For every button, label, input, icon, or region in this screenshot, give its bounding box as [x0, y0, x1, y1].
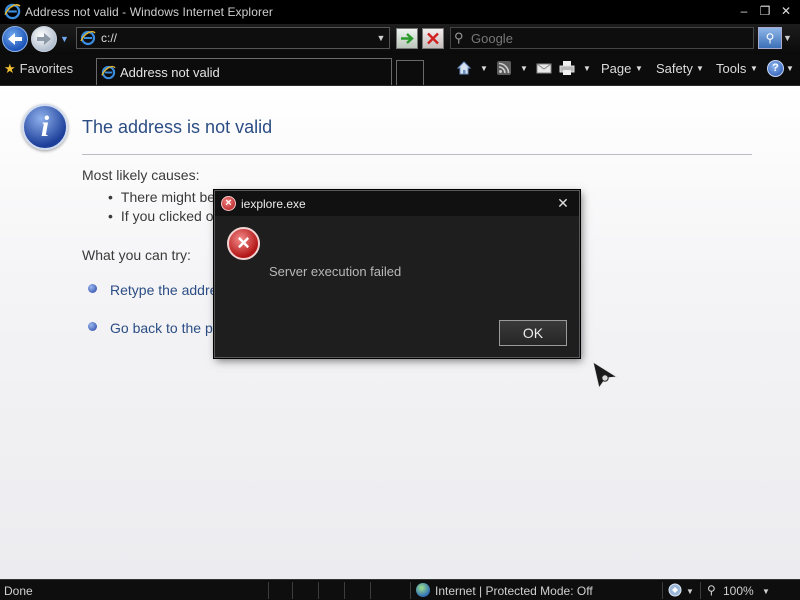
status-bar: Done Internet | Protected Mode: Off ▼ ⚲ … — [0, 579, 800, 600]
tab-label: Address not valid — [120, 65, 220, 80]
tools-dropdown-icon[interactable]: ▼ — [750, 64, 758, 73]
page-menu[interactable]: Page — [601, 61, 631, 76]
ie-icon — [80, 30, 96, 46]
feeds-dropdown-icon[interactable]: ▼ — [520, 64, 528, 73]
tab-address-not-valid[interactable]: Address not valid — [96, 58, 392, 85]
ok-button[interactable]: OK — [499, 320, 567, 346]
page-title: The address is not valid — [82, 117, 273, 137]
address-text[interactable]: c:// — [101, 31, 117, 45]
ie-icon — [4, 3, 21, 20]
zoom-level[interactable]: 100% — [723, 584, 754, 598]
status-divider — [410, 582, 411, 599]
try-heading: What you can try: — [82, 247, 191, 263]
cause-text: If you clicked o — [120, 208, 214, 224]
navigation-bar: ▼ c:// ▼ ⚲ ⚲ ▼ — [0, 24, 800, 54]
recent-pages-dropdown-icon[interactable]: ▼ — [60, 34, 69, 44]
info-icon: i — [22, 104, 68, 150]
forward-button[interactable] — [31, 26, 57, 52]
home-dropdown-icon[interactable]: ▼ — [480, 64, 488, 73]
dialog-close-button[interactable]: ✕ — [555, 195, 571, 211]
command-bar: ★ Favorites Address not valid ▼ ▼ ▼ Page … — [0, 54, 800, 86]
dialog-body: × Server execution failed OK — [215, 216, 579, 357]
search-options-dropdown-icon[interactable]: ▼ — [783, 33, 792, 43]
error-dialog: × iexplore.exe ✕ × Server execution fail… — [214, 190, 580, 358]
back-button[interactable] — [2, 26, 28, 52]
window-title: Address not valid - Windows Internet Exp… — [25, 5, 273, 19]
close-window-button[interactable]: ✕ — [778, 3, 794, 19]
error-icon: × — [227, 227, 260, 260]
error-icon: × — [221, 196, 236, 211]
star-icon: ★ — [4, 61, 16, 76]
safety-dropdown-icon[interactable]: ▼ — [696, 64, 704, 73]
search-input[interactable] — [471, 30, 741, 46]
page-dropdown-icon[interactable]: ▼ — [635, 64, 643, 73]
protected-mode-dropdown-icon[interactable]: ▼ — [686, 587, 694, 596]
cursor-icon — [592, 360, 619, 390]
status-text: Done — [4, 584, 33, 598]
status-divider — [344, 582, 345, 599]
safety-menu[interactable]: Safety — [656, 61, 693, 76]
bullet-icon — [88, 284, 97, 293]
favorites-button[interactable]: ★ Favorites — [4, 61, 73, 77]
globe-icon — [416, 583, 430, 597]
help-dropdown-icon[interactable]: ▼ — [786, 64, 794, 73]
address-bar[interactable]: c:// ▼ — [76, 27, 390, 49]
home-icon[interactable] — [456, 60, 472, 76]
causes-heading: Most likely causes: — [82, 167, 200, 183]
dialog-message: Server execution failed — [269, 264, 402, 279]
mail-icon[interactable] — [536, 60, 552, 76]
address-dropdown-icon[interactable]: ▼ — [373, 28, 389, 48]
maximize-button[interactable]: ❐ — [757, 3, 773, 19]
bullet-icon — [88, 322, 97, 331]
go-button[interactable] — [396, 28, 418, 49]
forward-arrow-icon — [37, 33, 51, 45]
cause-text: There might be — [120, 189, 216, 205]
status-divider — [292, 582, 293, 599]
title-bar: Address not valid - Windows Internet Exp… — [0, 0, 800, 24]
cause-item: • If you clicked o — [108, 208, 214, 224]
dialog-title: iexplore.exe — [241, 197, 306, 211]
search-icon: ⚲ — [454, 30, 464, 45]
security-zone[interactable]: Internet | Protected Mode: Off — [435, 584, 593, 598]
favorites-label: Favorites — [19, 61, 74, 76]
protected-mode-icon[interactable] — [668, 583, 682, 597]
feeds-icon[interactable] — [496, 60, 512, 76]
status-divider — [662, 582, 663, 599]
status-divider — [700, 582, 701, 599]
help-button[interactable]: ? — [767, 60, 784, 77]
print-dropdown-icon[interactable]: ▼ — [583, 64, 591, 73]
dialog-title-bar: × iexplore.exe ✕ — [215, 191, 579, 216]
new-tab-button[interactable] — [396, 60, 424, 85]
status-divider — [318, 582, 319, 599]
ie-icon — [101, 65, 116, 80]
tools-menu[interactable]: Tools — [716, 61, 746, 76]
divider — [82, 154, 752, 155]
status-divider — [370, 582, 371, 599]
search-box[interactable]: ⚲ — [450, 27, 754, 49]
minimize-button[interactable]: – — [736, 3, 752, 19]
zoom-dropdown-icon[interactable]: ▼ — [762, 587, 770, 596]
cause-item: • There might be — [108, 189, 216, 205]
magnifier-icon[interactable]: ⚲ — [707, 583, 716, 597]
status-divider — [268, 582, 269, 599]
stop-button[interactable] — [422, 28, 444, 49]
search-button[interactable]: ⚲ — [758, 27, 782, 49]
print-icon[interactable] — [559, 60, 575, 76]
help-icon: ? — [772, 62, 779, 74]
go-back-link[interactable]: Go back to the p — [110, 320, 213, 336]
magnifier-icon: ⚲ — [765, 31, 775, 45]
back-arrow-icon — [8, 33, 22, 45]
stop-x-icon — [427, 32, 439, 45]
go-arrow-icon — [401, 33, 414, 44]
retype-address-link[interactable]: Retype the addre — [110, 282, 217, 298]
